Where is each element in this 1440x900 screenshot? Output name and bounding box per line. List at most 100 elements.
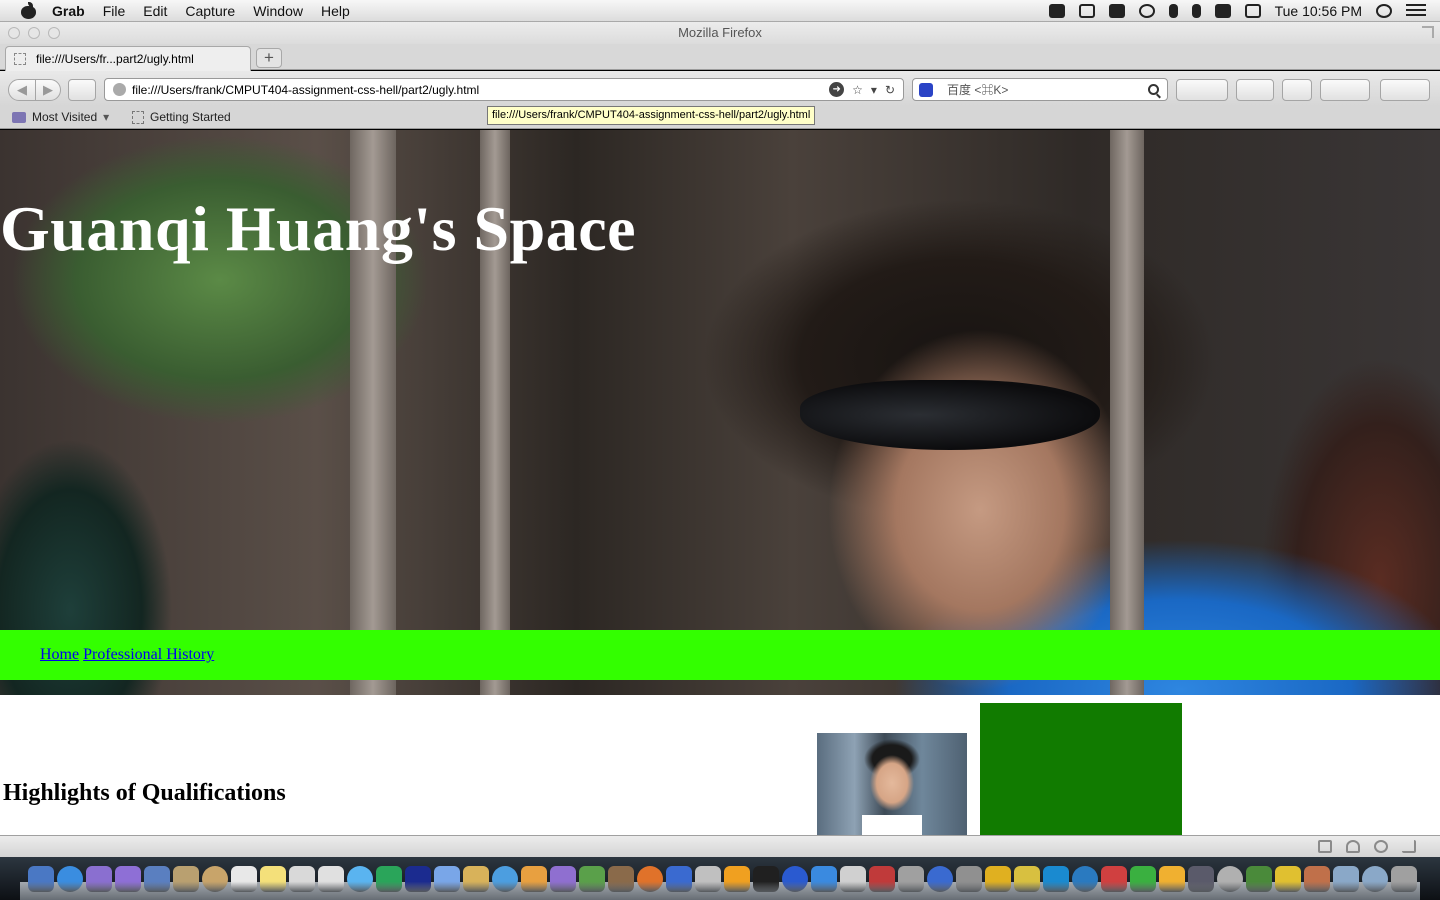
search-input[interactable]: 百度 <⌘K> — [947, 81, 1008, 98]
volume-icon[interactable] — [1191, 3, 1201, 18]
dock-app-icon[interactable] — [724, 866, 750, 892]
dock-app-icon[interactable] — [637, 866, 663, 892]
dock-app-icon[interactable] — [869, 866, 895, 892]
dock-app-icon[interactable] — [1101, 866, 1127, 892]
dock-app-icon[interactable] — [318, 866, 344, 892]
resize-grip-icon[interactable] — [1402, 840, 1416, 853]
nav-link-home[interactable]: Home — [40, 646, 79, 664]
dock-app-icon[interactable] — [1217, 866, 1243, 892]
window-restore-icon[interactable] — [1318, 840, 1332, 853]
bluetooth-icon[interactable] — [1168, 3, 1178, 18]
dock-app-icon[interactable] — [1072, 866, 1098, 892]
dock-app-icon[interactable] — [260, 866, 286, 892]
dock-app-icon[interactable] — [492, 866, 518, 892]
url-bar[interactable]: file:///Users/frank/CMPUT404-assignment-… — [104, 78, 904, 101]
forward-button[interactable]: ▶ — [35, 79, 61, 101]
reload-icon[interactable]: ↻ — [885, 83, 895, 97]
dock-app-icon[interactable] — [579, 866, 605, 892]
dock-app-icon[interactable] — [144, 866, 170, 892]
dock-app-icon[interactable] — [985, 866, 1011, 892]
menu-file[interactable]: File — [103, 3, 126, 19]
dock-app-icon[interactable] — [347, 866, 373, 892]
go-arrow-icon[interactable]: ➜ — [829, 82, 845, 97]
download-icon[interactable] — [1346, 840, 1360, 853]
fullscreen-icon[interactable] — [1422, 26, 1434, 38]
spotlight-search-icon[interactable] — [1376, 3, 1392, 18]
globe-icon — [113, 83, 126, 96]
dock-app-icon[interactable] — [1159, 866, 1185, 892]
dock-app-icon[interactable] — [1362, 866, 1388, 892]
dock-app-icon[interactable] — [1304, 866, 1330, 892]
nav-link-professional-history[interactable]: Professional History — [83, 646, 214, 664]
dock-app-icon[interactable] — [434, 866, 460, 892]
dock-app-icon[interactable] — [666, 866, 692, 892]
new-tab-button[interactable]: + — [256, 48, 282, 68]
mac-dock — [0, 857, 1440, 900]
battery-meter-icon[interactable] — [1108, 3, 1125, 18]
dock-app-icon[interactable] — [927, 866, 953, 892]
dock-app-icon[interactable] — [376, 866, 402, 892]
dock-app-icon[interactable] — [1275, 866, 1301, 892]
window-tool-icon[interactable] — [1078, 3, 1095, 18]
dock-app-icon[interactable] — [782, 866, 808, 892]
bookmarks-menu-button[interactable] — [1236, 79, 1274, 101]
battery-icon[interactable] — [1244, 3, 1261, 18]
dock-app-icon[interactable] — [1014, 866, 1040, 892]
addon-mask-icon[interactable] — [1374, 840, 1388, 853]
undo-button[interactable] — [1320, 79, 1370, 101]
dock-app-icon[interactable] — [811, 866, 837, 892]
history-dropdown-icon[interactable]: ▾ — [871, 83, 877, 97]
most-visited-bookmark[interactable]: Most Visited ▾ — [12, 110, 109, 124]
dock-app-icon[interactable] — [289, 866, 315, 892]
tab-ugly-html[interactable]: file:///Users/fr...part2/ugly.html — [5, 46, 251, 71]
addon-toolbar-button[interactable] — [1176, 79, 1228, 101]
dock-app-icon[interactable] — [1130, 866, 1156, 892]
dock-app-icon[interactable] — [86, 866, 112, 892]
search-bar[interactable]: 百度 <⌘K> — [912, 78, 1168, 101]
app-menu-grab[interactable]: Grab — [52, 3, 85, 19]
dock-app-icon[interactable] — [1391, 866, 1417, 892]
back-button[interactable]: ◀ — [8, 79, 36, 101]
zoom-window-button[interactable] — [48, 27, 60, 39]
dock-app-icon[interactable] — [695, 866, 721, 892]
dock-app-icon[interactable] — [28, 866, 54, 892]
dock-app-icon[interactable] — [753, 866, 779, 892]
notification-list-icon[interactable] — [1406, 3, 1426, 18]
site-identity-button[interactable] — [68, 79, 96, 101]
dock-app-icon[interactable] — [57, 866, 83, 892]
sync-icon[interactable] — [1138, 3, 1155, 18]
dock-app-icon[interactable] — [202, 866, 228, 892]
dock-app-icon[interactable] — [840, 866, 866, 892]
dropbox-icon[interactable] — [1048, 3, 1065, 18]
skype-status-icon[interactable] — [1214, 3, 1231, 18]
getting-started-bookmark[interactable]: Getting Started — [132, 110, 231, 124]
dock-app-icon[interactable] — [898, 866, 924, 892]
menubar-clock[interactable]: Tue 10:56 PM — [1275, 3, 1362, 19]
screenshot-tool-button[interactable] — [1380, 79, 1430, 101]
search-engine-icon[interactable] — [919, 82, 933, 97]
minimize-window-button[interactable] — [28, 27, 40, 39]
url-text[interactable]: file:///Users/frank/CMPUT404-assignment-… — [132, 83, 479, 97]
menu-edit[interactable]: Edit — [143, 3, 167, 19]
dock-app-icon[interactable] — [1188, 866, 1214, 892]
menu-capture[interactable]: Capture — [185, 3, 235, 19]
dock-app-icon[interactable] — [956, 866, 982, 892]
dock-app-icon[interactable] — [1333, 866, 1359, 892]
dock-app-icon[interactable] — [231, 866, 257, 892]
bookmark-star-icon[interactable]: ☆ — [852, 83, 863, 97]
dock-app-icon[interactable] — [521, 866, 547, 892]
menu-window[interactable]: Window — [253, 3, 303, 19]
search-icon[interactable] — [1148, 84, 1159, 95]
home-button[interactable] — [1282, 79, 1312, 101]
dock-app-icon[interactable] — [115, 866, 141, 892]
apple-menu-icon[interactable] — [20, 1, 38, 19]
menu-help[interactable]: Help — [321, 3, 350, 19]
dock-app-icon[interactable] — [550, 866, 576, 892]
close-window-button[interactable] — [8, 27, 20, 39]
dock-app-icon[interactable] — [1043, 866, 1069, 892]
dock-app-icon[interactable] — [608, 866, 634, 892]
dock-app-icon[interactable] — [1246, 866, 1272, 892]
dock-app-icon[interactable] — [405, 866, 431, 892]
dock-app-icon[interactable] — [463, 866, 489, 892]
dock-app-icon[interactable] — [173, 866, 199, 892]
